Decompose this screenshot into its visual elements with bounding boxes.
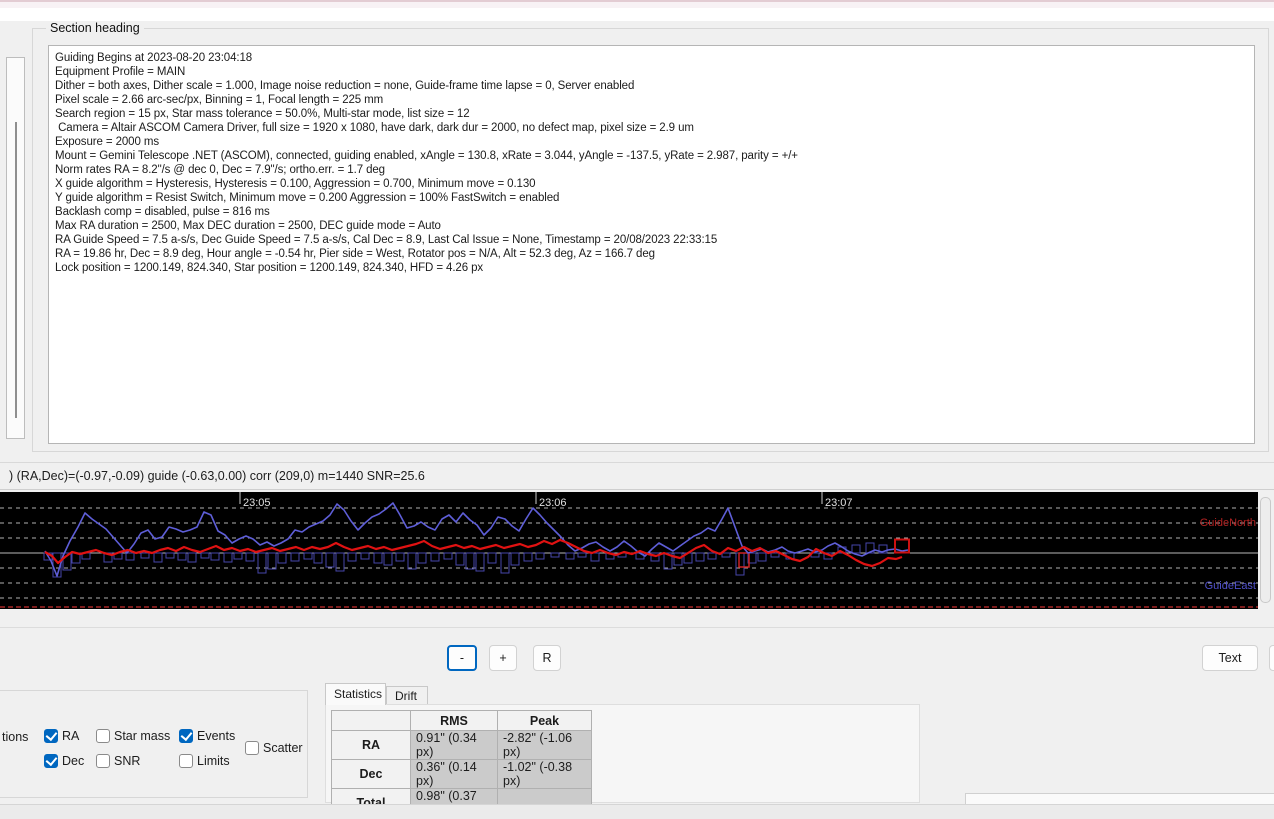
log-line: Dither = both axes, Dither scale = 1.000… [55, 80, 635, 92]
ra-checkbox-label[interactable]: RA [62, 729, 79, 743]
log-lines: Guiding Begins at 2023-08-20 23:04:18 Equ… [49, 46, 1254, 275]
svg-text:GuideEast: GuideEast [1205, 580, 1256, 592]
tab-statistics[interactable]: Statistics [325, 683, 386, 705]
limits-checkbox[interactable] [179, 754, 193, 768]
dec-rms-value: 0.36" (0.14 px) [410, 759, 498, 789]
log-line: Norm rates RA = 8.2"/s @ dec 0, Dec = 7.… [55, 164, 385, 176]
status-bar-text: ) (RA,Dec)=(-0.97,-0.09) guide (-0.63,0.… [9, 469, 425, 483]
graph-right-scrollbar[interactable] [1260, 497, 1271, 603]
statistics-table: RMS Peak RA 0.91" (0.34 px) -2.82" (-1.0… [331, 710, 592, 818]
reset-button[interactable]: R [533, 645, 561, 671]
left-scrollbar-thumb[interactable] [15, 122, 17, 418]
phd2-log-viewer-window: Section heading Guiding Begins at 2023-0… [0, 0, 1274, 819]
events-checkbox-label[interactable]: Events [197, 729, 235, 743]
ra-checkbox[interactable] [44, 729, 58, 743]
right-panel-fragment [965, 793, 1274, 804]
snr-checkbox[interactable] [96, 754, 110, 768]
text-button[interactable]: Text [1202, 645, 1258, 671]
log-line: Backlash comp = disabled, pulse = 816 ms [55, 206, 270, 218]
header-peak: Peak [497, 710, 592, 731]
zoom-out-button[interactable]: - [447, 645, 477, 671]
limits-checkbox-label[interactable]: Limits [197, 754, 230, 768]
top-strip [0, 0, 1274, 8]
log-line: Camera = Altair ASCOM Camera Driver, ful… [55, 122, 694, 134]
table-row: Dec 0.36" (0.14 px) -1.02" (-0.38 px) [331, 759, 592, 789]
log-line: X guide algorithm = Hysteresis, Hysteres… [55, 178, 536, 190]
log-line: Lock position = 1200.149, 824.340, Star … [55, 262, 484, 274]
svg-text:23:05: 23:05 [243, 497, 271, 509]
top-strip-white [0, 8, 1274, 21]
log-text-panel[interactable]: Guiding Begins at 2023-08-20 23:04:18 Equ… [48, 45, 1255, 444]
status-divider-top [0, 462, 1274, 463]
log-line: RA = 19.86 hr, Dec = 8.9 deg, Hour angle… [55, 248, 655, 260]
log-line: Y guide algorithm = Resist Switch, Minim… [55, 192, 560, 204]
log-line: Exposure = 2000 ms [55, 136, 159, 148]
ra-peak-value: -2.82" (-1.06 px) [497, 730, 592, 760]
svg-text:GuideNorth: GuideNorth [1200, 517, 1256, 529]
svg-text:23:07: 23:07 [825, 497, 853, 509]
header-rms: RMS [410, 710, 498, 731]
dec-checkbox-label[interactable]: Dec [62, 754, 84, 768]
log-line: Equipment Profile = MAIN [55, 66, 186, 78]
options-partial-label: tions [2, 730, 29, 744]
table-row: RA 0.91" (0.34 px) -2.82" (-1.06 px) [331, 730, 592, 760]
tab-drift[interactable]: Drift [386, 686, 428, 705]
guide-graph[interactable]: 23:05 23:06 23:07 GuideNorth GuideEast [0, 492, 1258, 609]
header-blank [331, 710, 411, 731]
log-line: Max RA duration = 2500, Max DEC duration… [55, 220, 441, 232]
log-line: Guiding Begins at 2023-08-20 23:04:18 [55, 52, 253, 64]
section-heading-label: Section heading [46, 21, 144, 35]
ra-rms-value: 0.91" (0.34 px) [410, 730, 498, 760]
star-mass-checkbox[interactable] [96, 729, 110, 743]
row-label: Dec [331, 759, 411, 789]
clipped-right-button[interactable] [1269, 645, 1274, 671]
events-checkbox[interactable] [179, 729, 193, 743]
log-line: RA Guide Speed = 7.5 a-s/s, Dec Guide Sp… [55, 234, 718, 246]
scatter-checkbox[interactable] [245, 741, 259, 755]
display-options-groupbox [0, 690, 308, 798]
scatter-checkbox-label[interactable]: Scatter [263, 741, 303, 755]
log-line: Pixel scale = 2.66 arc-sec/px, Binning =… [55, 94, 384, 106]
log-line: Mount = Gemini Telescope .NET (ASCOM), c… [55, 150, 798, 162]
row-label: RA [331, 730, 411, 760]
star-mass-checkbox-label[interactable]: Star mass [114, 729, 170, 743]
bottom-scrollbar-strip[interactable] [0, 804, 1274, 819]
table-header-row: RMS Peak [331, 710, 592, 731]
dec-checkbox[interactable] [44, 754, 58, 768]
dec-peak-value: -1.02" (-0.38 px) [497, 759, 592, 789]
log-line: Search region = 15 px, Star mass toleran… [55, 108, 470, 120]
mid-divider [0, 627, 1274, 628]
svg-text:23:06: 23:06 [539, 497, 567, 509]
status-divider-bottom [0, 489, 1274, 490]
zoom-in-button[interactable]: + [489, 645, 517, 671]
snr-checkbox-label[interactable]: SNR [114, 754, 140, 768]
